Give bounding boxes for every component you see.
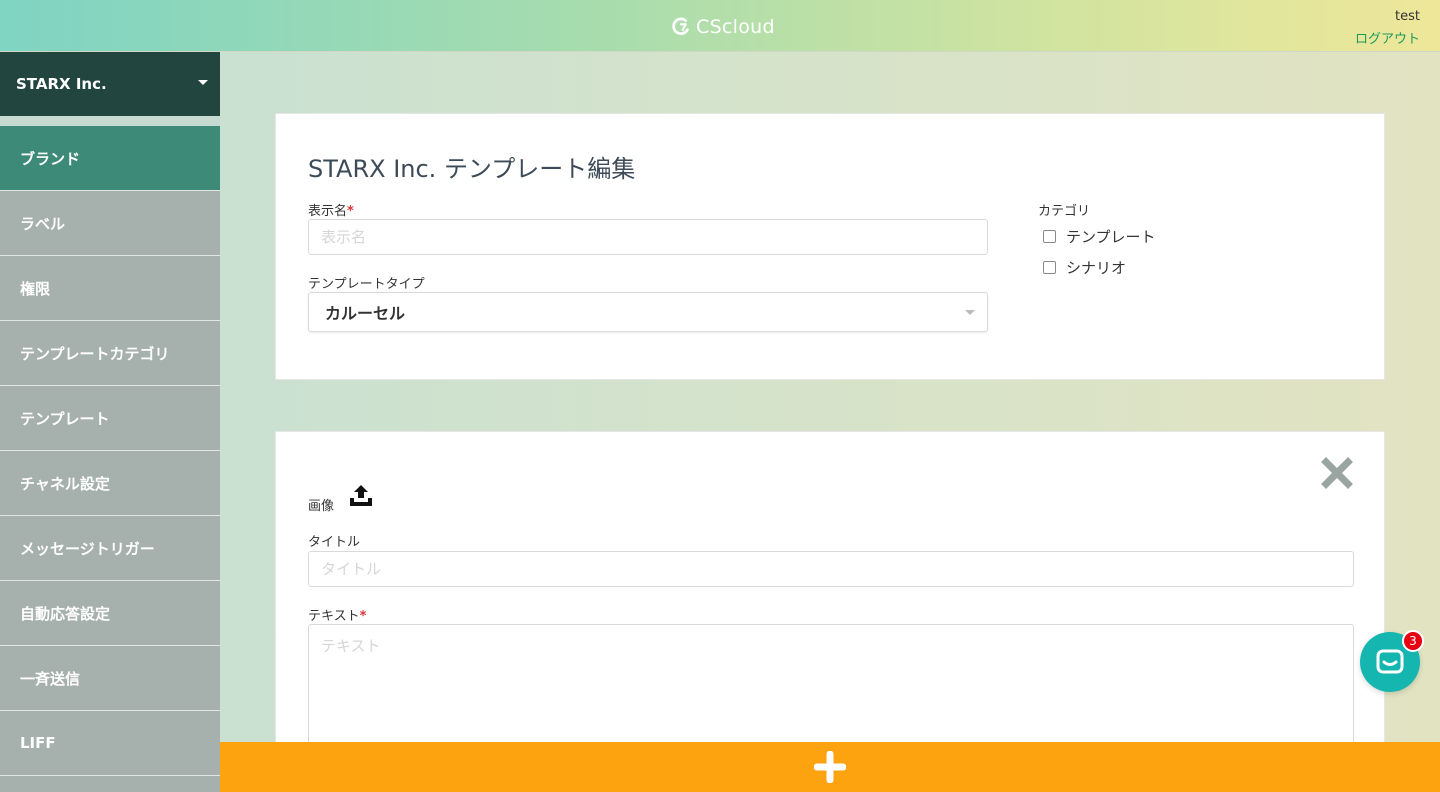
template-type-label: テンプレートタイプ — [308, 277, 425, 292]
sidebar-item-template-category[interactable]: テンプレートカテゴリ — [0, 321, 220, 386]
sidebar-item-label: メッセージトリガー — [20, 539, 155, 558]
sidebar-item-label: テンプレート — [20, 409, 110, 428]
required-mark: * — [359, 609, 367, 624]
chat-notification-badge: 3 — [1402, 630, 1424, 652]
logout-link[interactable]: ログアウト — [1355, 28, 1420, 47]
title-label: タイトル — [308, 535, 361, 550]
sidebar-item-auto-reply[interactable]: 自動応答設定 — [0, 581, 220, 646]
display-name-input[interactable] — [308, 219, 988, 255]
sidebar-item-permissions[interactable]: 権限 — [0, 256, 220, 321]
display-name-label-text: 表示名 — [308, 204, 348, 219]
category-scenario-checkbox[interactable] — [1043, 261, 1056, 274]
category-option-label: テンプレート — [1066, 228, 1156, 246]
sidebar-item-label: チャネル設定 — [20, 474, 110, 493]
sidebar-item-label: 自動応答設定 — [20, 604, 111, 623]
sidebar-item-label: 権限 — [20, 279, 51, 298]
plus-icon — [814, 751, 846, 783]
sidebar-item-liff[interactable]: LIFF — [0, 711, 220, 776]
chat-icon — [1376, 649, 1404, 674]
app-logo: CScloud — [670, 14, 775, 40]
category-template-checkbox[interactable] — [1043, 230, 1056, 243]
cscloud-logo-icon — [672, 17, 689, 35]
sidebar-item-label: テンプレートカテゴリ — [20, 344, 170, 363]
org-name: STARX Inc. — [16, 75, 107, 93]
sidebar-item-brand[interactable]: ブランド — [0, 126, 220, 191]
page-title: STARX Inc. テンプレート編集 — [308, 155, 636, 183]
image-label: 画像 — [308, 499, 335, 514]
close-icon[interactable] — [1320, 456, 1354, 490]
org-selector[interactable]: STARX Inc. — [0, 52, 220, 116]
text-label: テキスト* — [308, 605, 366, 624]
template-type-select[interactable]: カルーセル — [308, 292, 988, 332]
sidebar-item-message-trigger[interactable]: メッセージトリガー — [0, 516, 220, 581]
category-option-label: シナリオ — [1066, 259, 1127, 277]
caret-down-icon — [198, 80, 208, 85]
template-edit-card: STARX Inc. テンプレート編集 表示名* テンプレートタイプ カルーセル… — [275, 113, 1385, 380]
title-input[interactable] — [308, 551, 1354, 587]
sidebar-gap — [0, 116, 220, 126]
category-option-scenario[interactable]: シナリオ — [1043, 257, 1126, 278]
user-name: test — [1395, 9, 1420, 24]
text-label-text: テキスト — [308, 609, 360, 624]
sidebar-item-label-mgmt[interactable]: ラベル — [0, 191, 220, 256]
display-name-label: 表示名* — [308, 200, 354, 219]
upload-icon[interactable] — [348, 483, 374, 509]
sidebar-item-broadcast[interactable]: 一斉送信 — [0, 646, 220, 711]
add-item-button[interactable] — [220, 742, 1440, 792]
sidebar-item-label: ブランド — [20, 149, 81, 168]
required-mark: * — [347, 204, 354, 219]
sidebar-item-label: 一斉送信 — [20, 669, 81, 688]
sidebar-item-channel-settings[interactable]: チャネル設定 — [0, 451, 220, 516]
sidebar-item-label: LIFF — [20, 734, 56, 752]
category-label: カテゴリ — [1038, 204, 1091, 219]
sidebar: STARX Inc. ブランド ラベル 権限 テンプレートカテゴリ テンプレート… — [0, 52, 220, 792]
sidebar-item-label: ラベル — [20, 214, 66, 233]
carousel-item-card: 画像 タイトル テキスト* — [275, 431, 1385, 792]
template-type-selected: カルーセル — [325, 304, 406, 323]
chevron-down-icon — [965, 310, 975, 315]
sidebar-item-template[interactable]: テンプレート — [0, 386, 220, 451]
category-option-template[interactable]: テンプレート — [1043, 226, 1156, 247]
top-header: CScloud test ログアウト — [0, 0, 1440, 52]
logo-text: CScloud — [696, 16, 775, 38]
